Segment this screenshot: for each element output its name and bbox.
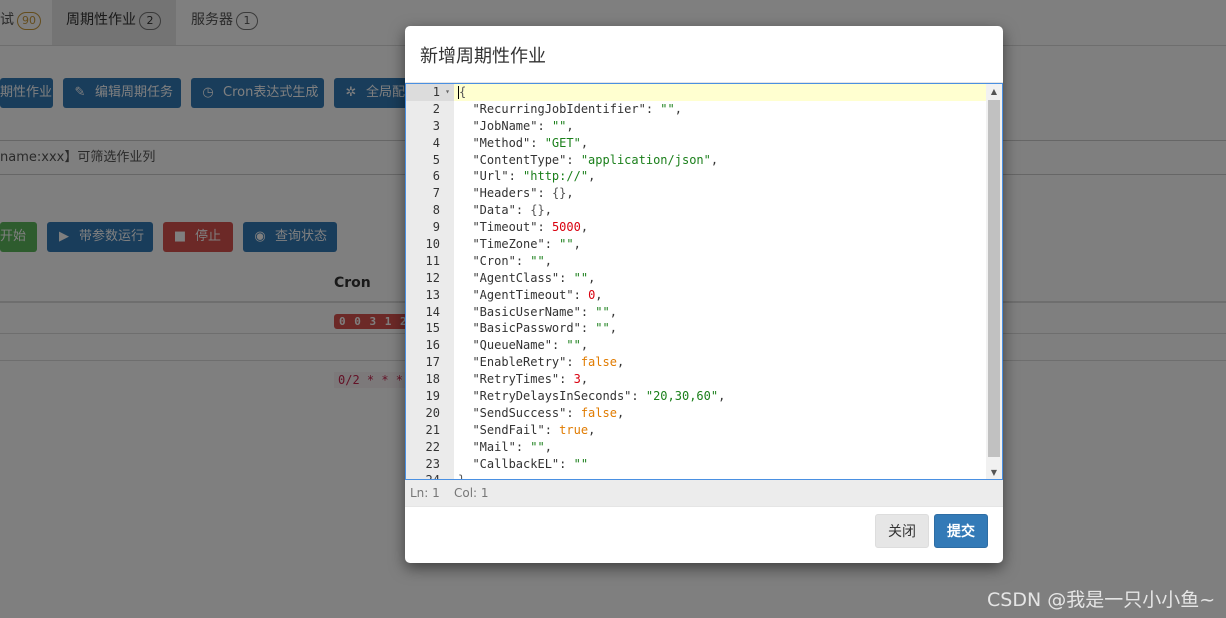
add-recurring-job-modal: 新增周期性作业 1 ▾ 2 3 4 5 6 7 8 9 10 11 12 13 14 15 16 17 18 19 20…	[405, 26, 1003, 563]
line-number: 15	[425, 321, 440, 336]
line-number: 4	[432, 135, 440, 150]
code-line[interactable]: "SendFail": true,	[454, 422, 986, 439]
code-line[interactable]: "SendSuccess": false,	[454, 405, 986, 422]
code-area[interactable]: { "RecurringJobIdentifier": "", "JobName…	[454, 84, 986, 479]
code-line[interactable]: "QueueName": "",	[454, 337, 986, 354]
line-number: 13	[425, 287, 440, 302]
code-line[interactable]: "AgentClass": "",	[454, 270, 986, 287]
line-number: 18	[425, 372, 440, 387]
line-number: 16	[425, 338, 440, 353]
line-number: 24	[406, 472, 454, 479]
scroll-up-icon[interactable]: ▲	[986, 84, 1002, 100]
line-number: 5	[432, 152, 440, 167]
line-number: 10	[425, 237, 440, 252]
code-line[interactable]: "Url": "http://",	[454, 168, 986, 185]
line-number: 17	[425, 355, 440, 370]
editor-statusbar: Ln: 1 Col: 1	[405, 480, 1003, 507]
code-line[interactable]: "RetryTimes": 3,	[454, 371, 986, 388]
column-indicator: Col: 1	[454, 486, 489, 500]
line-number: 12	[425, 270, 440, 285]
code-line[interactable]: }	[454, 472, 986, 479]
line-number: 19	[425, 389, 440, 404]
modal-title: 新增周期性作业	[420, 46, 546, 67]
scrollbar-thumb[interactable]	[988, 100, 1000, 457]
code-line[interactable]: {	[454, 84, 986, 101]
json-editor[interactable]: 1▾23456789101112131415161718192021222324…	[405, 83, 1003, 480]
scroll-down-icon[interactable]: ▼	[986, 465, 1002, 479]
code-line[interactable]: "Timeout": 5000,	[454, 219, 986, 236]
code-line[interactable]: "Data": {},	[454, 202, 986, 219]
line-number: 1 ▾	[406, 84, 454, 101]
line-number: 14	[425, 304, 440, 319]
code-line[interactable]: "EnableRetry": false,	[454, 354, 986, 371]
line-number: 9	[432, 220, 440, 235]
modal-footer: 关闭 提交	[405, 507, 1003, 563]
close-button[interactable]: 关闭	[875, 514, 929, 548]
code-line[interactable]: "AgentTimeout": 0,	[454, 287, 986, 304]
code-line[interactable]: "BasicPassword": "",	[454, 320, 986, 337]
code-line[interactable]: "Method": "GET",	[454, 135, 986, 152]
line-number: 8	[432, 203, 440, 218]
line-number: 21	[425, 422, 440, 437]
code-line[interactable]: "RetryDelaysInSeconds": "20,30,60",	[454, 388, 986, 405]
code-line[interactable]: "JobName": "",	[454, 118, 986, 135]
code-line[interactable]: "TimeZone": "",	[454, 236, 986, 253]
code-line[interactable]: "RecurringJobIdentifier": "",	[454, 101, 986, 118]
line-number: 6	[432, 169, 440, 184]
code-line[interactable]: "CallbackEL": ""	[454, 456, 986, 473]
fold-arrow-icon[interactable]: ▾	[445, 84, 450, 101]
code-line[interactable]: "Mail": "",	[454, 439, 986, 456]
code-line[interactable]: "ContentType": "application/json",	[454, 152, 986, 169]
line-number: 23	[425, 456, 440, 471]
editor-scrollbar[interactable]: ▲ ▼	[986, 84, 1002, 479]
modal-header: 新增周期性作业	[405, 26, 1003, 83]
code-line[interactable]: "BasicUserName": "",	[454, 304, 986, 321]
line-number: 2	[432, 101, 440, 116]
watermark: CSDN @我是一只小小鱼~	[987, 589, 1216, 611]
code-line[interactable]: "Cron": "",	[454, 253, 986, 270]
line-number: 3	[432, 118, 440, 133]
line-indicator: Ln: 1	[410, 486, 440, 500]
line-number: 22	[425, 439, 440, 454]
line-number-gutter: 1▾23456789101112131415161718192021222324	[406, 84, 454, 479]
line-number: 11	[425, 253, 440, 268]
submit-button[interactable]: 提交	[934, 514, 988, 548]
code-line[interactable]: "Headers": {},	[454, 185, 986, 202]
line-number: 20	[425, 405, 440, 420]
line-number: 7	[432, 186, 440, 201]
